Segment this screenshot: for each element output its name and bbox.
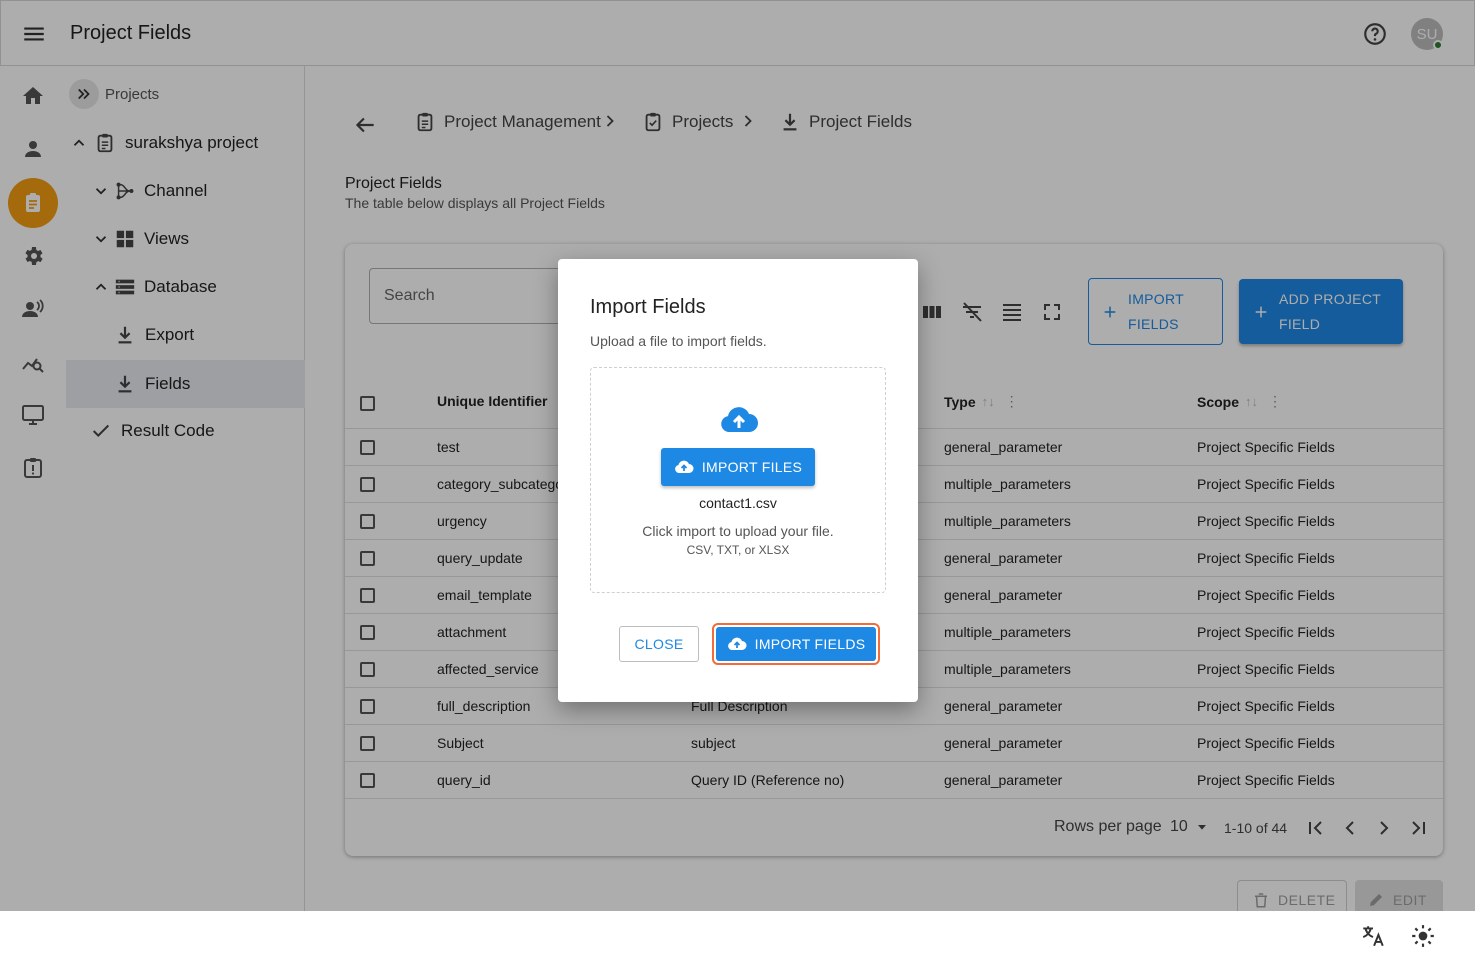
sun-icon[interactable] <box>1410 923 1436 949</box>
import-files-button[interactable]: IMPORT FILES <box>661 448 815 486</box>
dialog-subtitle: Upload a file to import fields. <box>590 333 767 349</box>
close-button[interactable]: CLOSE <box>619 626 699 662</box>
cloud-upload-icon <box>674 460 694 473</box>
import-fields-submit-button[interactable]: IMPORT FIELDS <box>712 623 880 665</box>
import-fields-submit-label: IMPORT FIELDS <box>754 636 866 652</box>
import-fields-submit-inner[interactable]: IMPORT FIELDS <box>716 627 876 661</box>
cloud-upload-icon <box>727 637 747 650</box>
selected-file-name: contact1.csv <box>699 495 777 511</box>
bottom-bar <box>0 911 1475 961</box>
file-dropzone[interactable]: IMPORT FILES contact1.csv Click import t… <box>590 367 886 593</box>
import-files-label: IMPORT FILES <box>701 459 803 475</box>
dialog-title: Import Fields <box>590 296 706 318</box>
translate-icon[interactable] <box>1360 923 1386 949</box>
cloud-upload-icon <box>719 404 759 436</box>
upload-hint: Click import to upload your file. <box>642 523 834 539</box>
accepted-file-types: CSV, TXT, or XLSX <box>686 543 790 557</box>
import-fields-dialog: Import Fields Upload a file to import fi… <box>558 259 918 702</box>
